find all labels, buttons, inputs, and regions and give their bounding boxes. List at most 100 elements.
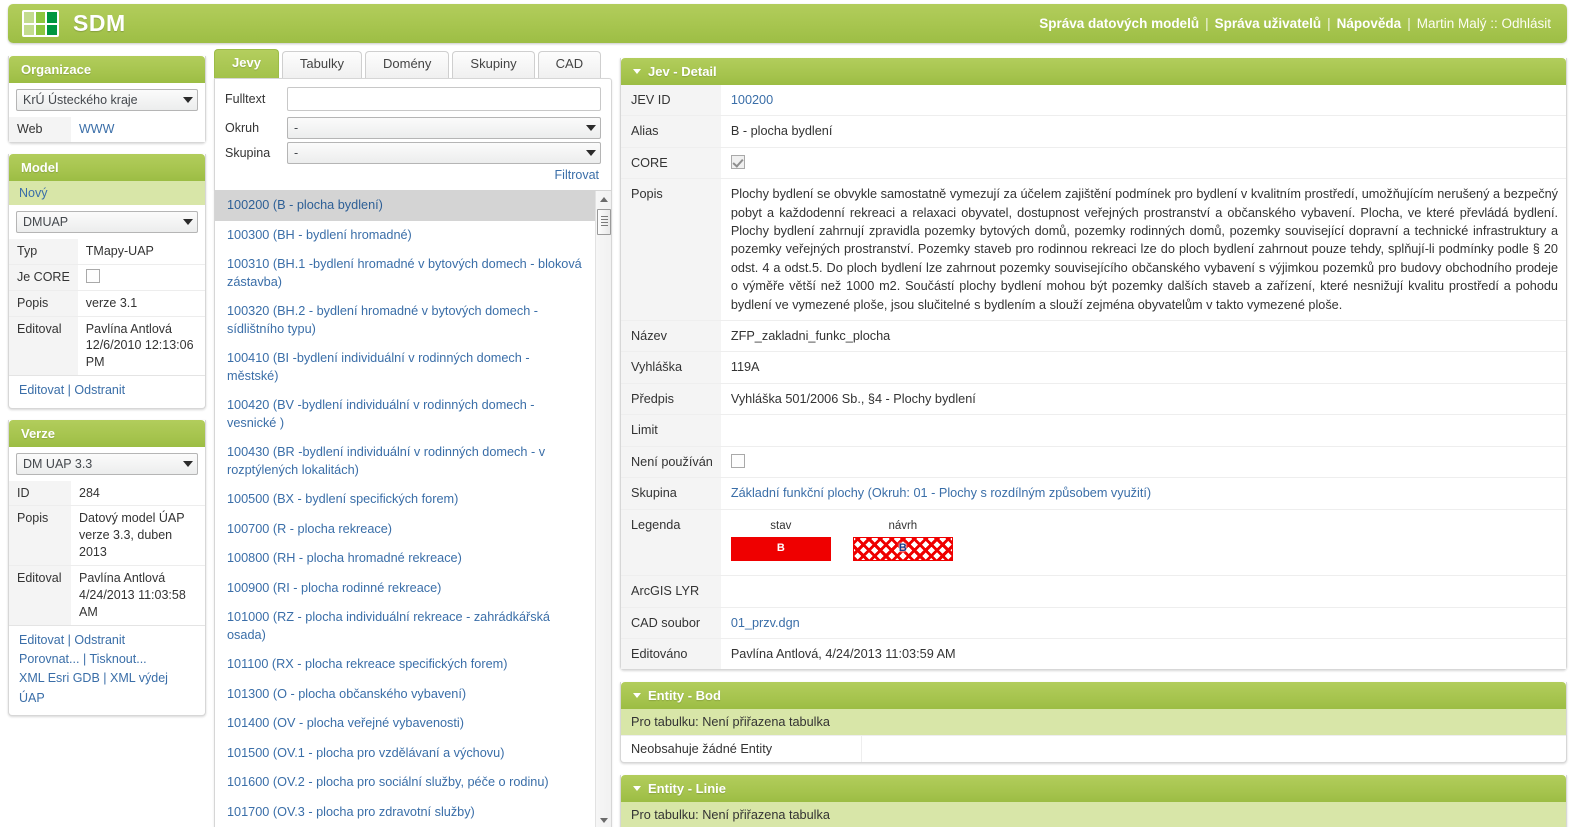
model-edit-link[interactable]: Editovat [19, 383, 64, 397]
verze-xml-esri-gdb-link[interactable]: XML Esri GDB [19, 671, 100, 685]
verze-edit-link[interactable]: Editovat [19, 633, 64, 647]
okruh-select-value: - [294, 121, 299, 135]
jevy-list[interactable]: 100200 (B - plocha bydlení) 100300 (BH - … [215, 191, 595, 827]
entity-bod-header[interactable]: Entity - Bod [621, 682, 1566, 710]
tab-cad[interactable]: CAD [537, 51, 602, 78]
nav-sprava-uzivatelu[interactable]: Správa uživatelů [1215, 16, 1322, 31]
jevy-list-scrollbar[interactable] [595, 191, 611, 827]
table-row: Není používán [621, 445, 1566, 478]
table-row: Popis verze 3.1 [9, 289, 205, 316]
verze-id-value: 284 [71, 480, 205, 506]
list-item[interactable]: 101700 (OV.3 - plocha pro zdravotní služ… [215, 798, 595, 827]
fulltext-input[interactable] [287, 87, 601, 111]
panel-organizace-header: Organizace [9, 56, 205, 83]
model-editoval-label: Editoval [9, 315, 78, 376]
chevron-down-icon [586, 150, 596, 156]
panel-organizace: Organizace KrÚ Ústeckého kraje Web WWW [8, 56, 206, 143]
list-item[interactable]: 101600 (OV.2 - plocha pro sociální služb… [215, 768, 595, 798]
table-row: Editoval Pavlína Antlová 4/24/2013 11:03… [9, 564, 205, 625]
verze-id-label: ID [9, 480, 71, 506]
verze-select[interactable]: DM UAP 3.3 [16, 452, 198, 475]
nazev-value: ZFP_zakladni_funkc_plocha [720, 320, 1566, 352]
okruh-select[interactable]: - [287, 117, 601, 139]
verze-delete-link[interactable]: Odstranit [74, 633, 125, 647]
collapse-caret-icon[interactable] [633, 69, 641, 74]
model-new-link[interactable]: Nový [19, 186, 47, 200]
nav-separator: | [1205, 16, 1209, 31]
list-item[interactable]: 100500 (BX - bydlení specifických forem) [215, 485, 595, 515]
table-row: Editováno Pavlína Antlová, 4/24/2013 11:… [621, 637, 1566, 670]
nav-separator: | [1327, 16, 1331, 31]
editovano-value: Pavlína Antlová, 4/24/2013 11:03:59 AM [720, 637, 1566, 670]
logo-cell-3 [47, 12, 57, 23]
table-row: Vyhláška 119A [621, 351, 1566, 384]
list-item[interactable]: 100320 (BH.2 - bydlení hromadné v bytový… [215, 297, 595, 344]
collapse-caret-icon[interactable] [633, 786, 641, 792]
verze-print-link[interactable]: Tisknout... [89, 652, 146, 666]
table-row: Legenda stav Bnávrh B [621, 508, 1566, 576]
entity-bod-empty-cell [861, 735, 1566, 763]
list-item[interactable]: 100420 (BV -bydlení individuální v rodin… [215, 391, 595, 438]
tab-jevy[interactable]: Jevy [214, 49, 279, 78]
user-logout-link[interactable]: Martin Malý :: Odhlásit [1417, 16, 1551, 31]
tab-tabulky[interactable]: Tabulky [281, 51, 362, 78]
skupina-label: Skupina [621, 477, 721, 509]
tab-skupiny[interactable]: Skupiny [452, 51, 535, 78]
model-delete-link[interactable]: Odstranit [74, 383, 125, 397]
table-row: ID 284 [9, 480, 205, 506]
scroll-up-icon[interactable] [600, 197, 608, 202]
skupina-select[interactable]: - [287, 142, 601, 164]
logo-cell-1 [24, 12, 34, 23]
organizace-select[interactable]: KrÚ Ústeckého kraje [16, 89, 198, 111]
list-item[interactable]: 100300 (BH - bydlení hromadné) [215, 221, 595, 251]
nav-napoveda[interactable]: Nápověda [1337, 16, 1402, 31]
table-row: Editoval Pavlína Antlová 12/6/2010 12:13… [9, 315, 205, 376]
jev-detail-header[interactable]: Jev - Detail [621, 58, 1566, 85]
web-link[interactable]: WWW [79, 122, 114, 136]
list-item[interactable]: 100310 (BH.1 -bydlení hromadné v bytovýc… [215, 250, 595, 297]
model-select[interactable]: DMUAP [16, 210, 198, 233]
list-item[interactable]: 100430 (BR -bydlení individuální v rodin… [215, 438, 595, 485]
arcgis-lyr-label: ArcGIS LYR [621, 575, 721, 608]
verze-select-value: DM UAP 3.3 [23, 456, 93, 471]
cad-file-link[interactable]: 01_przv.dgn [731, 616, 800, 630]
app-header: SDM Správa datových modelů | Správa uživ… [8, 4, 1567, 43]
model-select-value: DMUAP [23, 214, 69, 229]
core-value [720, 146, 1566, 179]
editovano-label: Editováno [621, 637, 721, 670]
panel-entity-bod: Entity - Bod Pro tabulku: Není přiřazena… [620, 682, 1567, 764]
list-item[interactable]: 101300 (O - plocha občanského vybavení) [215, 680, 595, 710]
logo-cell-2 [35, 12, 46, 23]
tab-domény[interactable]: Domény [365, 51, 450, 78]
jev-detail-title: Jev - Detail [648, 64, 717, 79]
skupina-link[interactable]: Základní funkční plochy (Okruh: 01 - Plo… [731, 486, 1151, 500]
list-item[interactable]: 100410 (BI -bydlení individuální v rodin… [215, 344, 595, 391]
collapse-caret-icon[interactable] [633, 693, 641, 699]
legend-code: B [898, 542, 907, 555]
list-item[interactable]: 101100 (RX - plocha rekreace specifickýc… [215, 650, 595, 680]
filtrovat-button[interactable]: Filtrovat [555, 168, 599, 182]
filter-skupina-row: Skupina - [225, 142, 601, 164]
list-item[interactable]: 101000 (RZ - plocha individuální rekreac… [215, 603, 595, 650]
model-jecore-label: Je CORE [9, 263, 78, 291]
list-item[interactable]: 100800 (RH - plocha hromadné rekreace) [215, 544, 595, 574]
organizace-select-value: KrÚ Ústeckého kraje [23, 93, 138, 107]
chevron-down-icon [183, 97, 193, 103]
list-item[interactable]: 101400 (OV - plocha veřejné vybavenosti) [215, 709, 595, 739]
list-item[interactable]: 100200 (B - plocha bydlení) [215, 191, 595, 221]
list-item[interactable]: 100700 (R - plocha rekreace) [215, 515, 595, 545]
verze-compare-link[interactable]: Porovnat... [19, 652, 79, 666]
scroll-down-icon[interactable] [600, 818, 608, 823]
nav-sprava-datovych-modelu[interactable]: Správa datových modelů [1039, 16, 1199, 31]
entity-linie-subtitle: Pro tabulku: Není přiřazena tabulka [621, 802, 1566, 827]
legend-swatch: B [730, 537, 831, 562]
scrollbar-thumb[interactable] [597, 209, 611, 235]
filter-action-row: Filtrovat [225, 167, 601, 186]
list-item[interactable]: 100900 (RI - plocha rodinné rekreace) [215, 574, 595, 604]
model-typ-label: Typ [9, 238, 78, 265]
logo-cell-6 [47, 24, 57, 35]
list-item[interactable]: 101500 (OV.1 - plocha pro vzdělávaní a v… [215, 739, 595, 769]
entity-linie-header[interactable]: Entity - Linie [621, 775, 1566, 803]
model-jecore-checkbox[interactable] [85, 268, 100, 283]
predpis-label: Předpis [621, 382, 721, 415]
